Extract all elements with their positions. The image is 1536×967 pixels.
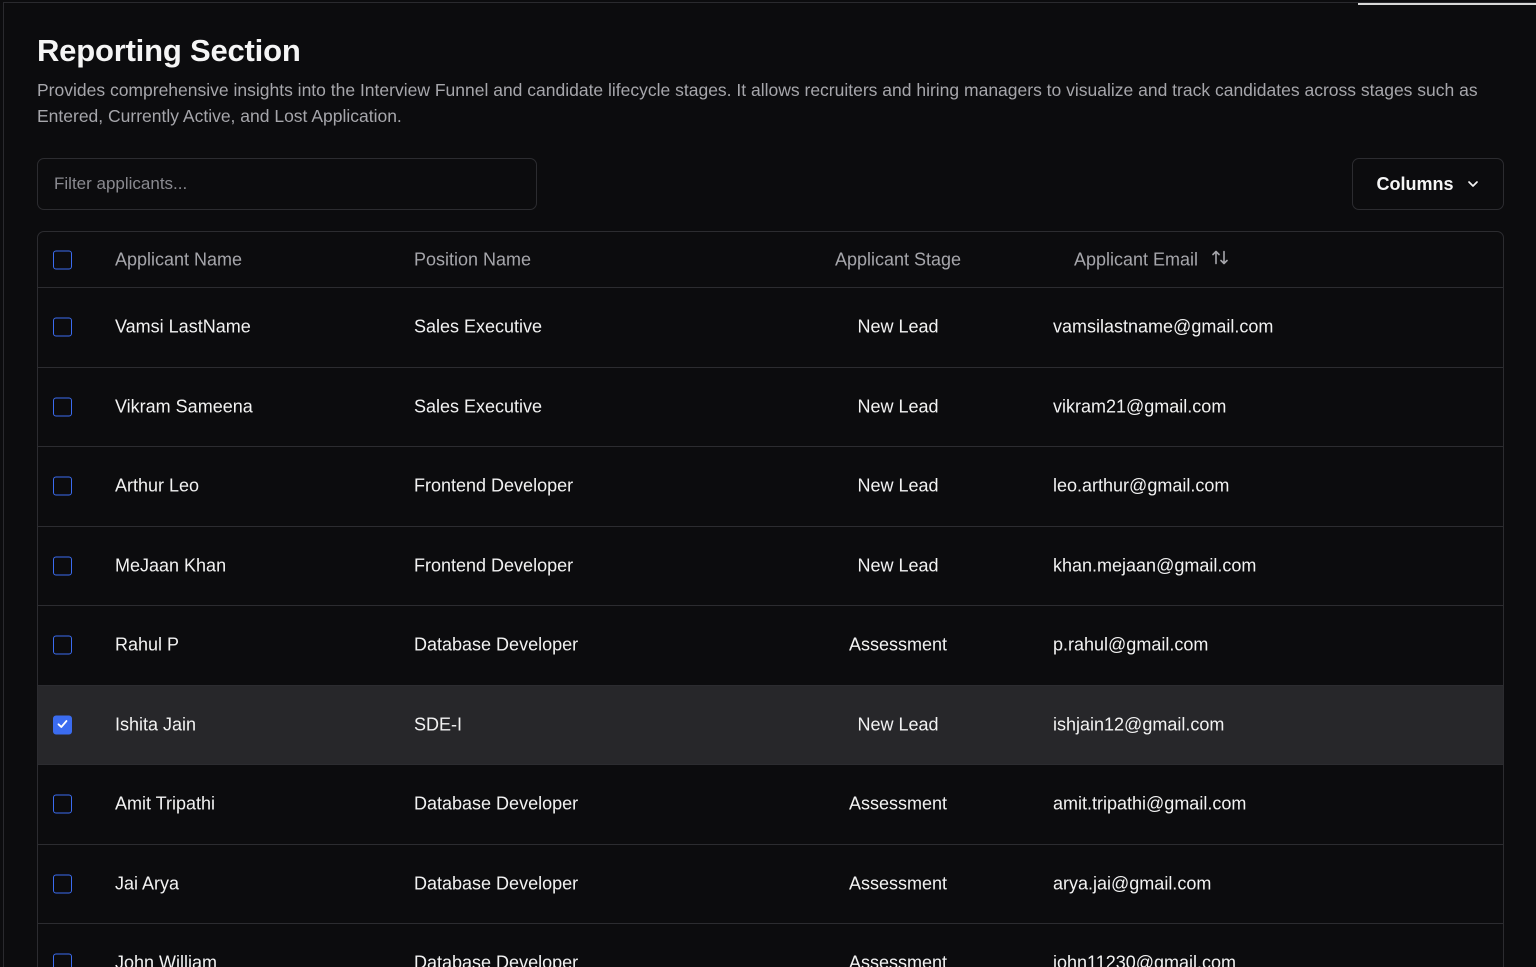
applicant-stage-cell: Assessment bbox=[848, 793, 948, 814]
row-select-cell bbox=[53, 476, 72, 496]
position-name-cell: Database Developer bbox=[414, 873, 579, 894]
applicant-email-cell: vikram21@gmail.com bbox=[1053, 396, 1227, 417]
row-select-cell bbox=[53, 794, 72, 814]
position-name-cell: Frontend Developer bbox=[414, 555, 574, 576]
applicant-name-cell: Ishita Jain bbox=[115, 714, 197, 735]
row-checkbox[interactable] bbox=[53, 317, 72, 337]
applicant-email-cell: p.rahul@gmail.com bbox=[1053, 634, 1209, 655]
row-select-cell bbox=[53, 635, 72, 655]
applicant-stage-cell: New Lead bbox=[857, 714, 939, 735]
row-select-cell bbox=[53, 556, 72, 576]
columns-button[interactable]: Columns bbox=[1352, 158, 1504, 210]
row-select-cell bbox=[53, 874, 72, 894]
table-row[interactable]: Amit Tripathi Database Developer Assessmen… bbox=[38, 765, 1503, 845]
position-name-cell: Sales Executive bbox=[414, 316, 543, 337]
applicants-table: Applicant Name Position Name Applicant S… bbox=[37, 231, 1504, 967]
applicant-email-cell: ishjain12@gmail.com bbox=[1053, 714, 1225, 735]
top-accent-bar bbox=[1358, 3, 1536, 5]
header-applicant-name[interactable]: Applicant Name bbox=[115, 249, 242, 270]
applicant-name-cell: Vamsi LastName bbox=[115, 316, 251, 337]
row-checkbox[interactable] bbox=[53, 635, 72, 655]
sort-arrows-icon[interactable] bbox=[1210, 247, 1230, 272]
applicant-name-cell: Amit Tripathi bbox=[115, 793, 216, 814]
columns-button-label: Columns bbox=[1376, 173, 1454, 194]
applicant-email-cell: john11230@gmail.com bbox=[1053, 952, 1237, 967]
row-select-cell bbox=[53, 397, 72, 417]
header-applicant-stage[interactable]: Applicant Stage bbox=[835, 249, 961, 270]
applicant-email-cell: vamsilastname@gmail.com bbox=[1053, 316, 1274, 337]
applicant-stage-cell: Assessment bbox=[848, 952, 948, 967]
chevron-down-icon bbox=[1466, 177, 1480, 191]
page-description: Provides comprehensive insights into the… bbox=[37, 80, 1478, 126]
applicant-name-cell: Vikram Sameena bbox=[115, 396, 253, 417]
table-row[interactable]: Vikram Sameena Sales Executive New Lead vik… bbox=[38, 368, 1503, 447]
row-checkbox[interactable] bbox=[53, 714, 72, 735]
table-row[interactable]: Jai Arya Database Developer Assessment arya… bbox=[38, 845, 1503, 924]
position-name-cell: Database Developer bbox=[414, 952, 579, 967]
table-row[interactable]: MeJaan Khan Frontend Developer New Lead kha… bbox=[38, 527, 1503, 606]
header-applicant-email-label: Applicant Email bbox=[1074, 249, 1199, 269]
row-checkbox[interactable] bbox=[53, 874, 72, 894]
table-row[interactable]: Ishita Jain SDE-I New Lead ishjain12@gmail.… bbox=[38, 685, 1503, 765]
applicant-stage-cell: Assessment bbox=[848, 634, 948, 655]
page-title: Reporting Section bbox=[37, 33, 301, 68]
row-select-cell bbox=[53, 953, 72, 967]
applicant-stage-cell: New Lead bbox=[857, 475, 939, 496]
applicant-stage-cell: New Lead bbox=[857, 316, 939, 337]
row-select-cell bbox=[53, 714, 72, 735]
applicant-email-cell: arya.jai@gmail.com bbox=[1053, 873, 1212, 894]
table-row[interactable]: Vamsi LastName Sales Executive New Lead vam… bbox=[38, 288, 1503, 368]
row-checkbox[interactable] bbox=[53, 556, 72, 576]
table-row[interactable]: Rahul P Database Developer Assessment p.rah… bbox=[38, 606, 1503, 686]
applicant-name-cell: MeJaan Khan bbox=[115, 555, 227, 576]
position-name-cell: Frontend Developer bbox=[414, 475, 574, 496]
position-name-cell: Database Developer bbox=[414, 634, 579, 655]
row-select-cell bbox=[53, 317, 72, 337]
table-row[interactable]: Arthur Leo Frontend Developer New Lead leo.… bbox=[38, 447, 1503, 527]
applicant-stage-cell: New Lead bbox=[857, 396, 939, 417]
applicant-name-cell: Arthur Leo bbox=[115, 475, 200, 496]
position-name-cell: Sales Executive bbox=[414, 396, 543, 417]
applicant-name-cell: Rahul P bbox=[115, 634, 180, 655]
row-checkbox[interactable] bbox=[53, 953, 72, 967]
table-header-row: Applicant Name Position Name Applicant S… bbox=[38, 232, 1503, 288]
applicant-stage-cell: Assessment bbox=[848, 873, 948, 894]
applicant-name-cell: John William bbox=[115, 952, 218, 967]
applicant-name-cell: Jai Arya bbox=[115, 873, 180, 894]
select-all-cell bbox=[53, 250, 72, 269]
applicant-email-cell: amit.tripathi@gmail.com bbox=[1053, 793, 1247, 814]
header-applicant-email[interactable]: Applicant Email bbox=[1074, 247, 1230, 272]
applicant-stage-cell: New Lead bbox=[857, 555, 939, 576]
table-row[interactable]: John William Database Developer Assessment… bbox=[38, 924, 1503, 967]
reporting-panel: Reporting Section Provides comprehensive… bbox=[3, 2, 1536, 967]
applicant-email-cell: leo.arthur@gmail.com bbox=[1053, 475, 1230, 496]
filter-applicants-input[interactable] bbox=[37, 158, 537, 210]
row-checkbox[interactable] bbox=[53, 794, 72, 814]
check-icon bbox=[56, 714, 69, 735]
position-name-cell: SDE-I bbox=[414, 714, 463, 735]
applicant-email-cell: khan.mejaan@gmail.com bbox=[1053, 555, 1257, 576]
header-position-name[interactable]: Position Name bbox=[414, 249, 531, 270]
position-name-cell: Database Developer bbox=[414, 793, 579, 814]
row-checkbox[interactable] bbox=[53, 476, 72, 496]
row-checkbox[interactable] bbox=[53, 397, 72, 417]
select-all-checkbox[interactable] bbox=[53, 250, 72, 269]
